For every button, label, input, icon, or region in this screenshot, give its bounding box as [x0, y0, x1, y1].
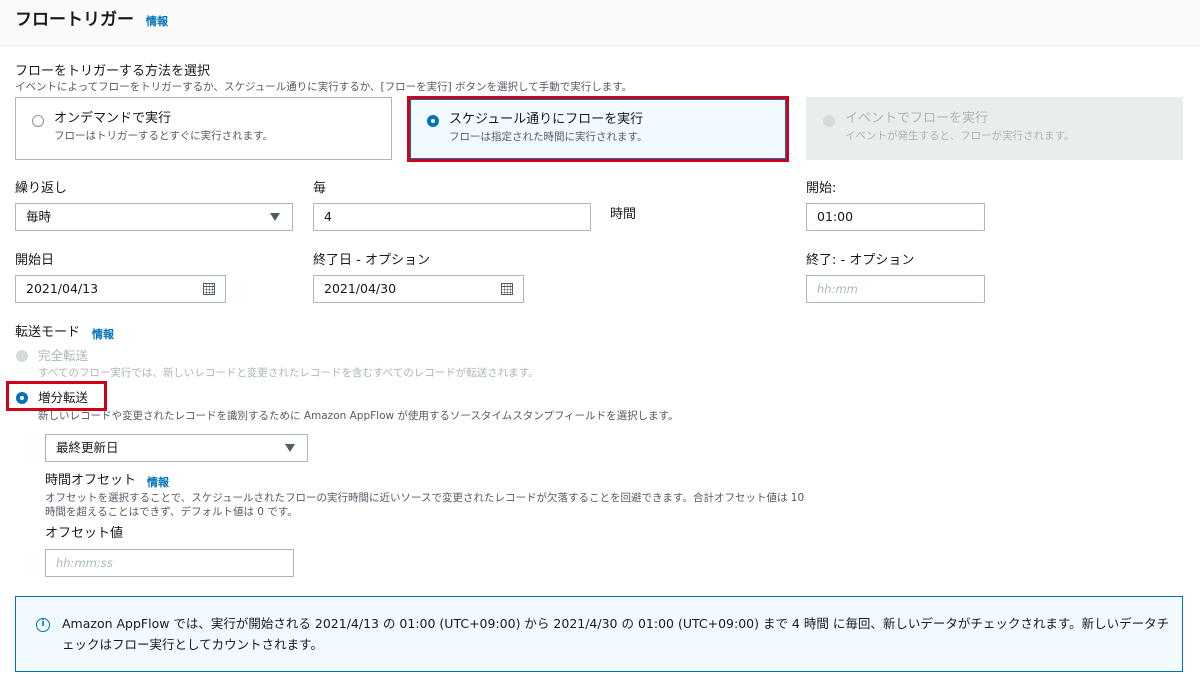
- repeat-label: 繰り返し: [15, 181, 68, 196]
- trigger-description: イベントによってフローをトリガーするか、スケジュール通りに実行するか、[フローを…: [15, 81, 633, 93]
- repeat-select[interactable]: 毎時: [15, 203, 293, 231]
- trigger-heading: フローをトリガーする方法を選択: [15, 64, 211, 79]
- offset-value-input[interactable]: hh:mm:ss: [45, 549, 294, 577]
- end-time-placeholder: hh:mm: [817, 282, 858, 296]
- timestamp-field-value: 最終更新日: [56, 440, 119, 455]
- event-title: イベントでフローを実行: [845, 111, 989, 126]
- info-alert: i Amazon AppFlow では、実行が開始される 2021/4/13 の…: [15, 596, 1183, 672]
- offset-value-label: オフセット値: [45, 526, 124, 541]
- on-demand-tile[interactable]: オンデマンドで実行 フローはトリガーするとすぐに実行されます。: [15, 97, 392, 160]
- every-unit: 時間: [610, 207, 637, 222]
- calendar-icon[interactable]: [501, 283, 513, 295]
- header-bar: [0, 0, 1200, 46]
- end-time-input[interactable]: hh:mm: [806, 275, 985, 303]
- transfer-mode-label: 転送モード: [15, 325, 81, 340]
- on-demand-desc: フローはトリガーするとすぐに実行されます。: [54, 130, 274, 142]
- repeat-value: 毎時: [26, 209, 52, 224]
- full-transfer-radio: [16, 350, 28, 362]
- start-date-label: 開始日: [15, 253, 55, 268]
- offset-info-link[interactable]: 情報: [147, 474, 169, 490]
- start-time-input[interactable]: 01:00: [806, 203, 985, 231]
- every-label: 毎: [313, 181, 327, 196]
- info-alert-text: Amazon AppFlow では、実行が開始される 2021/4/13 の 0…: [62, 616, 1170, 652]
- every-input[interactable]: 4: [313, 203, 591, 231]
- full-transfer-title: 完全転送: [38, 348, 89, 363]
- start-date-value: 2021/04/13: [26, 281, 99, 296]
- full-transfer-desc: すべてのフロー実行では、新しいレコードと変更されたレコードを含むすべてのレコード…: [38, 367, 539, 379]
- start-date-input[interactable]: 2021/04/13: [15, 275, 226, 303]
- end-date-value: 2021/04/30: [324, 281, 397, 296]
- header-info-link[interactable]: 情報: [146, 13, 168, 29]
- event-radio: [823, 115, 835, 127]
- page-title: フロートリガー: [15, 10, 134, 30]
- transfer-info-link[interactable]: 情報: [92, 326, 114, 342]
- end-date-input[interactable]: 2021/04/30: [313, 275, 524, 303]
- chevron-down-icon: [270, 213, 280, 221]
- event-tile: イベントでフローを実行 イベントが発生すると、フローが実行されます。: [806, 97, 1183, 160]
- end-time-label: 終了: - オプション: [806, 253, 915, 268]
- offset-desc-line-1: オフセットを選択することで、スケジュールされたフローの実行時間に近いソースで変更…: [45, 492, 805, 504]
- chevron-down-icon: [285, 444, 295, 452]
- start-time-label: 開始:: [806, 181, 837, 196]
- offset-label: 時間オフセット: [45, 473, 137, 488]
- timestamp-field-select[interactable]: 最終更新日: [45, 434, 308, 462]
- incremental-transfer-desc: 新しいレコードや変更されたレコードを識別するために Amazon AppFlow…: [38, 410, 679, 422]
- offset-desc-line-2: 時間を超えることはできず、デフォルト値は 0 です。: [45, 506, 298, 518]
- end-date-label: 終了日 - オプション: [313, 253, 430, 268]
- incremental-highlight-box: [6, 381, 107, 411]
- calendar-icon[interactable]: [203, 283, 215, 295]
- info-icon: i: [36, 618, 50, 632]
- event-desc: イベントが発生すると、フローが実行されます。: [845, 130, 1075, 142]
- on-demand-title: オンデマンドで実行: [54, 111, 172, 126]
- schedule-highlight-box: [407, 96, 789, 162]
- offset-value-placeholder: hh:mm:ss: [56, 556, 113, 570]
- on-demand-radio[interactable]: [32, 115, 44, 127]
